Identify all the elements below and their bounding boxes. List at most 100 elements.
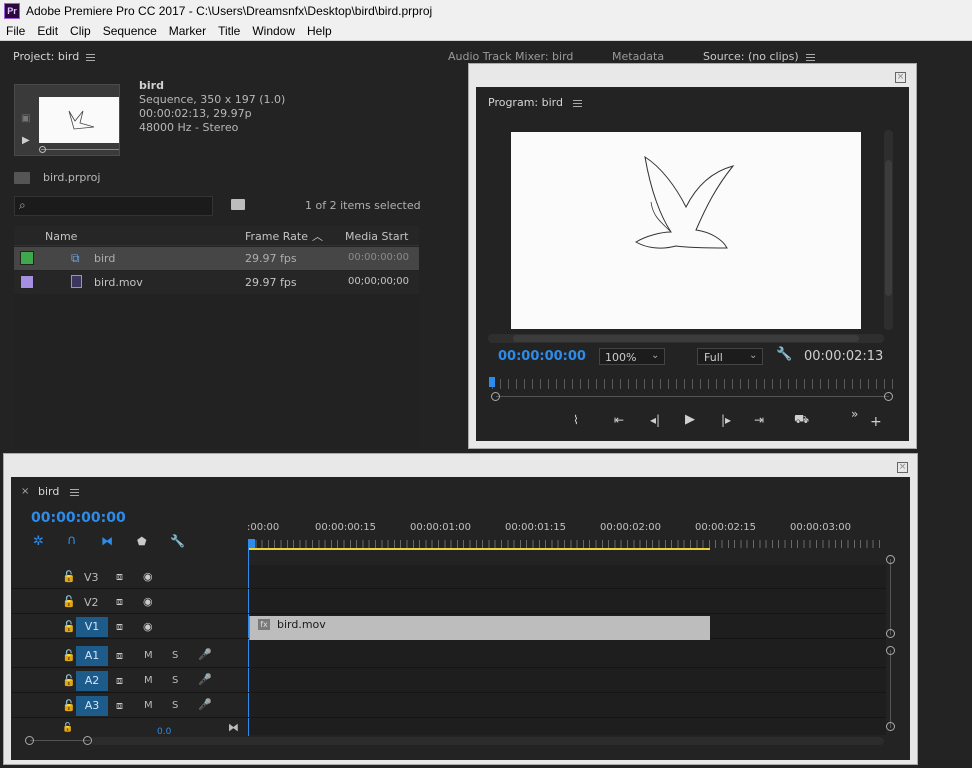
toggle-sync-icon[interactable]: ⧈	[116, 649, 123, 663]
project-menu-icon[interactable]	[86, 54, 95, 61]
col-name[interactable]: Name	[45, 230, 77, 243]
tab-metadata[interactable]: Metadata	[612, 50, 664, 63]
go-to-out-icon[interactable]: ⇥	[754, 413, 764, 427]
tab-audio-track-mixer[interactable]: Audio Track Mixer: bird	[448, 50, 573, 63]
step-back-icon[interactable]: ◂|	[650, 413, 660, 427]
program-current-time[interactable]: 00:00:00:00	[498, 349, 586, 364]
sort-ascending-icon[interactable]: ︿	[312, 228, 323, 244]
toggle-sync-icon[interactable]: ⧈	[116, 570, 123, 584]
scroll-handle-top-icon[interactable]	[886, 646, 895, 655]
zoom-handle-right-icon[interactable]	[884, 392, 893, 401]
timeline-settings-wrench-icon[interactable]: 🔧	[170, 534, 185, 548]
zoom-handle-left-icon[interactable]	[25, 736, 34, 745]
scroll-handle-bottom-icon[interactable]	[886, 629, 895, 638]
menu-marker[interactable]: Marker	[163, 24, 212, 38]
nest-icon[interactable]: ✲	[33, 534, 44, 549]
program-video-frame[interactable]	[511, 132, 861, 329]
lock-icon[interactable]: 🔓	[62, 649, 76, 662]
menu-file[interactable]: File	[0, 24, 31, 38]
menu-edit[interactable]: Edit	[31, 24, 64, 38]
scroll-handle-top-icon[interactable]	[886, 555, 895, 564]
solo-button[interactable]: S	[172, 675, 178, 686]
source-menu-icon[interactable]	[806, 54, 815, 61]
solo-button[interactable]: S	[172, 650, 178, 661]
mark-out-icon[interactable]: ⌇	[573, 413, 579, 427]
timeline-current-time[interactable]: 00:00:00:00	[31, 510, 126, 526]
fx-badge[interactable]: fx	[258, 619, 270, 630]
mute-button[interactable]: M	[144, 675, 153, 686]
zoom-handle-left-icon[interactable]	[491, 392, 500, 401]
lock-icon[interactable]: 🔓	[62, 595, 76, 608]
go-to-end-icon[interactable]: ⧓	[228, 721, 239, 734]
track-target-a3[interactable]: A3	[76, 696, 108, 716]
add-button-icon[interactable]: +	[870, 414, 882, 430]
timeline-playhead-icon[interactable]	[248, 539, 255, 548]
program-menu-icon[interactable]	[573, 100, 582, 107]
microphone-icon[interactable]: 🎤	[198, 698, 212, 711]
zoom-select[interactable]: 100% ⌄	[599, 348, 665, 365]
label-swatch-green[interactable]	[20, 251, 34, 265]
thumb-scrub-handle-icon[interactable]	[39, 146, 46, 153]
tab-source[interactable]: Source: (no clips)	[703, 50, 799, 63]
linked-selection-icon[interactable]: ⧓	[101, 534, 113, 548]
add-marker-icon[interactable]: ⬟	[137, 535, 147, 548]
toggle-sync-icon[interactable]: ⧈	[116, 595, 123, 609]
scroll-handle-bottom-icon[interactable]	[886, 722, 895, 731]
timeline-tab-close-icon[interactable]: ×	[21, 486, 29, 497]
toggle-sync-icon[interactable]: ⧈	[116, 699, 123, 713]
menu-window[interactable]: Window	[246, 24, 301, 38]
timeline-vertical-scroll-video[interactable]	[886, 555, 896, 639]
more-controls-icon[interactable]: »	[851, 407, 858, 421]
zoom-handle-right-icon[interactable]	[83, 736, 92, 745]
program-time-ruler[interactable]	[492, 379, 894, 389]
table-row[interactable]: ⧉ bird 29.97 fps 00:00:00:00	[14, 247, 419, 270]
project-search-box[interactable]: ⌕	[14, 196, 213, 216]
microphone-icon[interactable]: 🎤	[198, 673, 212, 686]
snap-icon[interactable]: ∩	[67, 533, 77, 548]
toggle-sync-icon[interactable]: ⧈	[116, 674, 123, 688]
wrench-icon[interactable]: 🔧	[776, 347, 792, 362]
eye-icon[interactable]: ◉	[143, 595, 153, 608]
quality-select[interactable]: Full ⌄	[697, 348, 763, 365]
step-forward-icon[interactable]: |▸	[721, 413, 731, 427]
lock-icon[interactable]: 🔓	[62, 723, 73, 733]
clip-thumbnail[interactable]: ▣ ▶	[14, 84, 120, 156]
program-horizontal-scrollbar[interactable]	[488, 334, 884, 343]
timeline-window-close-icon[interactable]: ×	[897, 462, 908, 473]
eye-icon[interactable]: ◉	[143, 570, 153, 583]
program-playhead-icon[interactable]	[489, 377, 495, 387]
video-clip[interactable]: fx bird.mov	[249, 616, 710, 640]
program-tab[interactable]: Program: bird	[488, 96, 563, 109]
program-window-close-icon[interactable]: ×	[895, 72, 906, 83]
work-area-bar[interactable]	[249, 548, 710, 550]
menu-help[interactable]: Help	[301, 24, 338, 38]
timeline-tab[interactable]: bird	[38, 485, 59, 498]
menu-clip[interactable]: Clip	[64, 24, 97, 38]
menu-sequence[interactable]: Sequence	[97, 24, 163, 38]
col-frame-rate[interactable]: Frame Rate	[245, 230, 308, 243]
menu-title[interactable]: Title	[212, 24, 246, 38]
mute-button[interactable]: M	[144, 700, 153, 711]
play-icon[interactable]: ▶	[685, 412, 695, 427]
track-target-a1[interactable]: A1	[76, 646, 108, 666]
track-target-v1[interactable]: V1	[76, 617, 108, 637]
mute-button[interactable]: M	[144, 650, 153, 661]
timeline-menu-icon[interactable]	[70, 489, 79, 496]
solo-button[interactable]: S	[172, 700, 178, 711]
toggle-sync-icon[interactable]: ⧈	[116, 620, 123, 634]
go-to-in-icon[interactable]: ⇤	[614, 413, 624, 427]
table-row[interactable]: bird.mov 29.97 fps 00;00;00;00	[14, 271, 419, 294]
label-swatch-violet[interactable]	[20, 275, 34, 289]
track-target-a2[interactable]: A2	[76, 671, 108, 691]
lock-icon[interactable]: 🔓	[62, 620, 76, 633]
project-tab[interactable]: Project: bird	[13, 50, 79, 63]
program-vertical-scrollbar[interactable]	[884, 130, 893, 330]
timeline-ruler-ticks[interactable]	[249, 540, 885, 548]
play-thumb-icon[interactable]: ▶	[22, 135, 30, 146]
timeline-horizontal-scrollbar[interactable]	[24, 736, 886, 746]
search-input[interactable]	[35, 199, 205, 213]
export-frame-icon[interactable]: ⛟	[794, 412, 809, 428]
microphone-icon[interactable]: 🎤	[198, 648, 212, 661]
eye-icon[interactable]: ◉	[143, 620, 153, 633]
col-media-start[interactable]: Media Start	[345, 230, 408, 243]
